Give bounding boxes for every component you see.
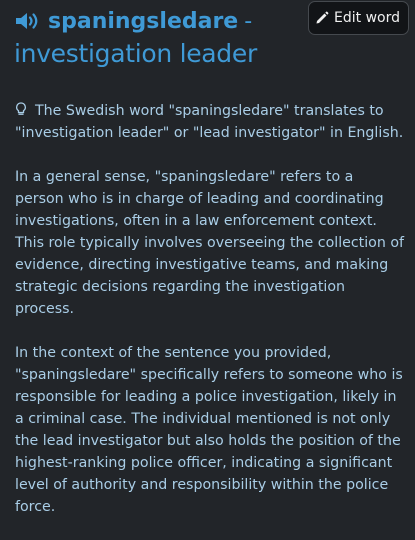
word-title: spaningsledare bbox=[48, 8, 239, 34]
explanation-text-1: The Swedish word "spaningsledare" transl… bbox=[15, 103, 404, 141]
explanation: The Swedish word "spaningsledare" transl… bbox=[15, 100, 405, 540]
explanation-paragraph: In a general sense, "spaningsledare" ref… bbox=[15, 169, 405, 317]
translation-title: investigation leader bbox=[14, 39, 257, 68]
title-separator: - bbox=[244, 8, 253, 34]
explanation-paragraph: The Swedish word "spaningsledare" transl… bbox=[15, 100, 405, 144]
pencil-icon bbox=[316, 11, 329, 24]
title-line: spaningsledare - bbox=[14, 6, 304, 36]
lightbulb-icon bbox=[15, 101, 27, 115]
speaker-icon[interactable] bbox=[14, 10, 42, 32]
explanation-paragraph: In the context of the sentence you provi… bbox=[15, 345, 403, 515]
edit-word-button[interactable]: Edit word bbox=[308, 1, 409, 35]
word-header: spaningsledare - investigation leader bbox=[14, 6, 304, 70]
edit-word-label: Edit word bbox=[334, 10, 400, 26]
